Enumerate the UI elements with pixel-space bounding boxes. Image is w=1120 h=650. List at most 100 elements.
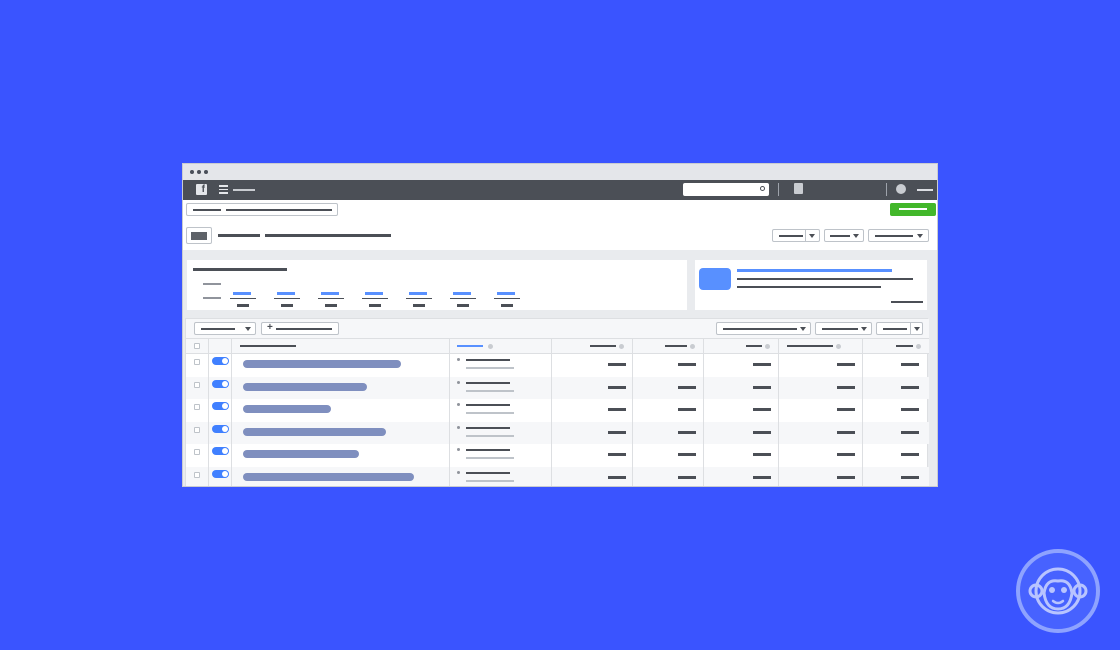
metric-link[interactable] (321, 292, 339, 295)
nav-divider (886, 183, 887, 196)
view-switcher-button[interactable] (186, 227, 212, 244)
breakdown-dropdown[interactable] (868, 229, 929, 242)
facebook-icon[interactable]: f (196, 184, 207, 195)
chevron-down-icon (245, 327, 251, 331)
create-button[interactable] (890, 203, 936, 216)
search-icon[interactable] (760, 186, 765, 191)
metric-cell (901, 430, 919, 434)
select-all-checkbox[interactable] (194, 343, 200, 349)
table-row[interactable] (186, 376, 929, 399)
status-toggle[interactable] (212, 424, 229, 433)
campaign-name-link[interactable] (243, 427, 386, 436)
campaign-name-link[interactable] (243, 472, 414, 481)
delivery-substatus-text (466, 367, 514, 369)
window-minimize-dot[interactable] (197, 170, 201, 174)
promo-action-link[interactable] (891, 301, 923, 303)
dropdown-label-placeholder (723, 328, 797, 330)
row-checkbox[interactable] (194, 359, 200, 365)
metric-value (413, 304, 425, 307)
column-header-metric[interactable] (665, 345, 687, 347)
dropdown-label-placeholder (822, 328, 858, 330)
metric-cell (837, 363, 855, 366)
table-row[interactable] (186, 399, 929, 422)
search-input[interactable] (683, 183, 769, 196)
metric-link[interactable] (409, 292, 427, 295)
promo-image (699, 268, 731, 290)
promo-title-link[interactable] (737, 269, 892, 272)
metric-cell (901, 453, 919, 456)
columns-preset-dropdown[interactable] (716, 322, 811, 335)
row-checkbox[interactable] (194, 381, 200, 388)
metric-link[interactable] (497, 292, 515, 295)
info-icon[interactable] (916, 344, 921, 349)
metric-cell (901, 363, 919, 366)
delivery-status-text (466, 426, 510, 429)
info-icon[interactable] (836, 344, 841, 349)
column-divider (231, 339, 232, 486)
metric-link[interactable] (453, 292, 471, 295)
row-checkbox[interactable] (194, 471, 200, 478)
column-header-name[interactable] (240, 345, 296, 347)
status-toggle[interactable] (212, 379, 229, 388)
window-close-dot[interactable] (190, 170, 194, 174)
campaign-name-link[interactable] (243, 382, 367, 391)
table-row[interactable] (186, 444, 929, 467)
metric-cell (753, 363, 771, 366)
delivery-status-text (466, 449, 510, 451)
breakdown-preset-dropdown[interactable] (815, 322, 872, 335)
metric-cell (753, 453, 771, 456)
metric-value (501, 304, 513, 307)
table-row[interactable] (186, 466, 929, 486)
chevron-down-icon (853, 234, 859, 238)
columns-dropdown[interactable] (824, 229, 864, 242)
delivery-status-dot (457, 470, 460, 474)
campaign-name-link[interactable] (243, 405, 331, 413)
menu-icon[interactable] (219, 185, 228, 194)
table-row[interactable] (186, 354, 929, 377)
metric-underline (362, 298, 388, 299)
metric-cell (678, 453, 696, 456)
metric-link[interactable] (233, 292, 251, 295)
info-icon[interactable] (619, 344, 624, 349)
column-header-metric[interactable] (787, 345, 833, 347)
user-avatar[interactable] (896, 184, 906, 194)
info-icon[interactable] (488, 344, 493, 349)
status-toggle[interactable] (212, 357, 229, 365)
user-name-label[interactable] (917, 189, 933, 191)
export-dropdown[interactable] (876, 322, 923, 335)
app-name-label[interactable] (233, 189, 255, 191)
campaign-name-link[interactable] (243, 450, 359, 458)
filter-dropdown[interactable] (194, 322, 256, 335)
info-icon[interactable] (765, 344, 770, 349)
metric-cell (678, 363, 696, 366)
column-header-metric[interactable] (590, 345, 616, 347)
account-selector[interactable] (186, 203, 338, 216)
page-icon[interactable] (794, 183, 803, 194)
status-toggle[interactable] (212, 402, 229, 410)
row-checkbox[interactable] (194, 426, 200, 433)
metric-cell (753, 408, 771, 411)
chevron-down-icon (800, 327, 806, 331)
column-header-delivery[interactable] (457, 345, 483, 347)
metric-link[interactable] (365, 292, 383, 295)
window-zoom-dot[interactable] (204, 170, 208, 174)
row-checkbox[interactable] (194, 404, 200, 410)
metric-link[interactable] (277, 292, 295, 295)
dropdown-label-placeholder (201, 328, 235, 330)
status-toggle[interactable] (212, 469, 229, 478)
status-toggle[interactable] (212, 447, 229, 455)
campaign-name-link[interactable] (243, 360, 401, 368)
dropdown-label-placeholder (883, 328, 907, 330)
metric-cell (901, 385, 919, 389)
table-row[interactable] (186, 421, 929, 444)
row-checkbox[interactable] (194, 449, 200, 455)
delivery-substatus-text (466, 479, 514, 482)
column-header-metric[interactable] (746, 345, 762, 347)
column-divider (703, 339, 704, 486)
date-range-dropdown[interactable] (772, 229, 820, 242)
info-icon[interactable] (690, 344, 695, 349)
summary-row-label (203, 283, 221, 285)
column-header-metric[interactable] (896, 345, 913, 347)
add-button[interactable]: + (261, 322, 339, 335)
promo-text-line (737, 286, 881, 288)
